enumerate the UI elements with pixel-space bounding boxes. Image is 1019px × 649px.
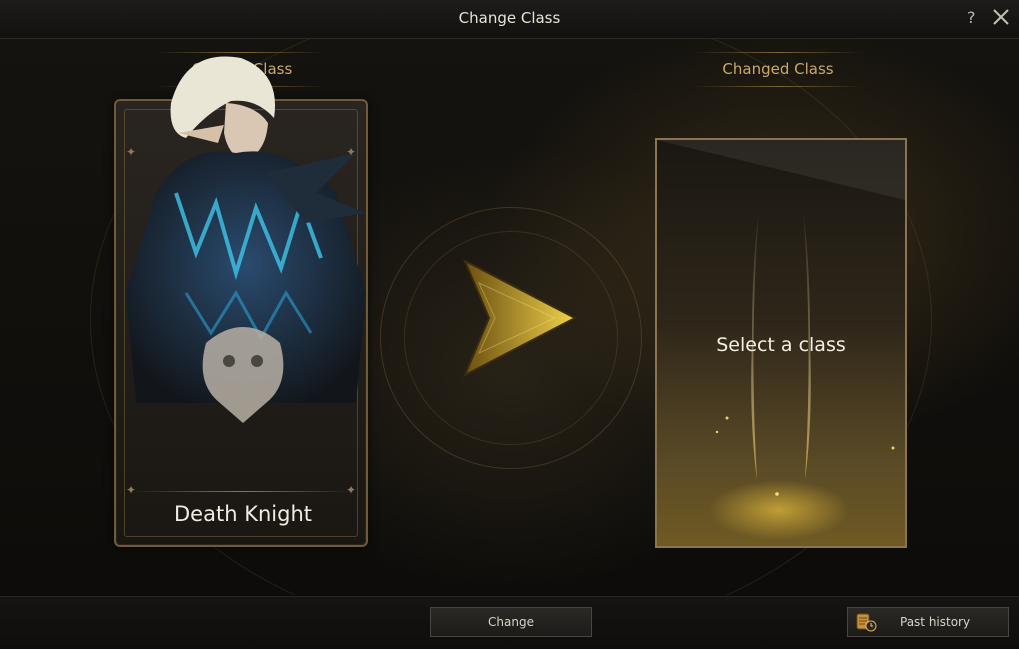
current-class-card: ✦ ✦ ✦ ✦ Death Knight [114, 56, 368, 547]
select-class-placeholder: Select a class [716, 334, 846, 356]
past-history-button[interactable]: Past history [847, 607, 1009, 637]
window-title: Change Class [458, 9, 561, 27]
card-corner-ornament: ✦ [126, 145, 137, 159]
class-name-divider [132, 491, 354, 492]
card-corner-ornament: ✦ [346, 483, 357, 497]
close-icon[interactable] [991, 7, 1011, 27]
card-corner-ornament: ✦ [346, 145, 357, 159]
title-bar: Change Class ? [0, 0, 1019, 39]
footer-bar: Change Past history [0, 596, 1019, 649]
changed-class-label: Changed Class [722, 60, 834, 78]
current-class-name: Death Knight [174, 502, 312, 526]
help-icon[interactable]: ? [967, 8, 976, 27]
card-corner-ornament: ✦ [126, 483, 137, 497]
past-history-label: Past history [900, 615, 971, 629]
changed-label-line-bottom [693, 86, 863, 87]
changed-label-line-top [693, 52, 863, 53]
arrow-right-icon [463, 258, 578, 378]
death-knight-portrait [126, 56, 366, 423]
scroll-history-icon [856, 613, 877, 632]
change-button[interactable]: Change [430, 607, 592, 637]
select-class-card[interactable]: Select a class [655, 138, 907, 548]
